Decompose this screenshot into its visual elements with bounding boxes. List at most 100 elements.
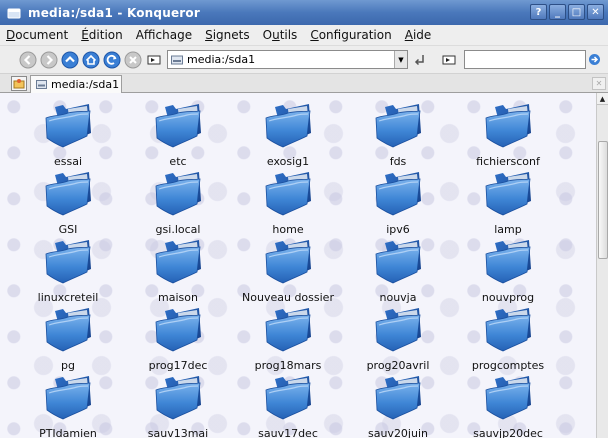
folder-item[interactable]: exosig1 [233, 103, 343, 171]
folder-item[interactable]: sauv20juin [343, 375, 453, 438]
folder-name: prog18mars [254, 359, 322, 372]
stop-button[interactable] [123, 50, 142, 69]
file-view[interactable]: essai etc exosig1 fds fichiersconf GSI g… [0, 93, 596, 438]
new-tab-button[interactable] [11, 76, 27, 91]
up-button[interactable] [60, 50, 79, 69]
folder-item[interactable]: maison [123, 239, 233, 307]
menu-configuration[interactable]: Configuration [310, 28, 391, 42]
close-button[interactable]: ✕ [587, 4, 604, 20]
forward-button[interactable] [39, 50, 58, 69]
folder-icon [485, 104, 531, 148]
menu-bar: Document Édition Affichage Signets Outil… [0, 25, 608, 46]
reload-button[interactable] [102, 50, 121, 69]
menu-aide-label: ide [412, 28, 432, 42]
folder-name: prog20avril [366, 359, 430, 372]
location-dropdown-button[interactable]: ▼ [394, 51, 407, 68]
folder-name: linuxcreteil [37, 291, 99, 304]
menu-aide[interactable]: Aide [405, 28, 432, 42]
menu-configuration-accel: C [310, 28, 319, 42]
folder-icon [485, 308, 531, 352]
clear-location-icon [414, 54, 424, 65]
maximize-button[interactable]: □ [568, 4, 585, 20]
search-go-icon [589, 54, 600, 65]
scrollbar-thumb[interactable] [598, 141, 608, 259]
home-button[interactable] [81, 50, 100, 69]
back-button[interactable] [18, 50, 37, 69]
search-input[interactable] [464, 50, 586, 69]
folder-icon [45, 240, 91, 284]
menu-outils[interactable]: Outils [263, 28, 298, 42]
scroll-up-button[interactable]: ▲ [597, 93, 608, 105]
folder-item[interactable]: prog20avril [343, 307, 453, 375]
folder-item[interactable]: prog17dec [123, 307, 233, 375]
new-tab-icon [13, 79, 25, 89]
tab-media-sda1[interactable]: media:/sda1 [30, 75, 122, 93]
close-tab-button[interactable]: ✕ [592, 77, 606, 90]
folder-item[interactable]: fichiersconf [453, 103, 563, 171]
folder-name: gsi.local [155, 223, 201, 236]
folder-icon [375, 172, 421, 216]
folder-item[interactable]: sauvjp20dec [453, 375, 563, 438]
folder-name: GSI [58, 223, 78, 236]
folder-item[interactable]: nouvprog [453, 239, 563, 307]
folder-item[interactable]: progcomptes [453, 307, 563, 375]
folder-icon [155, 308, 201, 352]
folder-item[interactable]: lamp [453, 171, 563, 239]
back-icon [19, 51, 36, 68]
folder-item[interactable]: Nouveau dossier [233, 239, 343, 307]
folder-item[interactable]: GSI [13, 171, 123, 239]
chevron-down-icon: ▼ [398, 55, 404, 64]
folder-icon [265, 308, 311, 352]
menu-outils-accel: u [272, 28, 280, 42]
folder-item[interactable]: home [233, 171, 343, 239]
folder-icon [375, 240, 421, 284]
menu-document[interactable]: Document [6, 28, 68, 42]
arrow-up-icon: ▲ [599, 94, 606, 103]
folder-icon [375, 376, 421, 420]
folder-name: fds [389, 155, 407, 168]
folder-item[interactable]: gsi.local [123, 171, 233, 239]
title-bar[interactable]: media:/sda1 - Konqueror ? _ □ ✕ [0, 0, 608, 25]
folder-icon [485, 376, 531, 420]
folder-item[interactable]: etc [123, 103, 233, 171]
menu-edition[interactable]: Édition [81, 28, 123, 42]
reload-icon [103, 51, 120, 68]
vertical-scrollbar[interactable]: ▲ [596, 93, 608, 438]
search-label-icon [442, 55, 456, 64]
clear-location-button[interactable] [412, 50, 428, 69]
stop-icon [124, 51, 141, 68]
search-go-button[interactable] [588, 50, 602, 69]
folder-icon [485, 240, 531, 284]
menu-signets[interactable]: Signets [205, 28, 250, 42]
folder-icon [155, 240, 201, 284]
folder-item[interactable]: nouvja [343, 239, 453, 307]
folder-name: nouvprog [481, 291, 535, 304]
folder-item[interactable]: fds [343, 103, 453, 171]
minimize-button[interactable]: _ [549, 4, 566, 20]
folder-icon [375, 104, 421, 148]
konqueror-app-icon[interactable] [6, 6, 22, 20]
window-title: media:/sda1 - Konqueror [28, 5, 200, 20]
tab-label: media:/sda1 [51, 78, 120, 91]
folder-name: exosig1 [266, 155, 310, 168]
folder-item[interactable]: ipv6 [343, 171, 453, 239]
folder-name: PTIdamien [39, 427, 97, 438]
folder-item[interactable]: sauv13mai [123, 375, 233, 438]
folder-item[interactable]: pg [13, 307, 123, 375]
folder-name: sauv17dec [258, 427, 318, 438]
folder-icon [375, 308, 421, 352]
folder-item[interactable]: prog18mars [233, 307, 343, 375]
menu-affichage[interactable]: Affichage [136, 28, 192, 42]
search-label [442, 54, 456, 66]
folder-item[interactable]: essai [13, 103, 123, 171]
close-tab-icon: ✕ [595, 79, 603, 88]
folder-item[interactable]: linuxcreteil [13, 239, 123, 307]
location-field[interactable]: media:/sda1 ▼ [167, 50, 408, 69]
tab-bar: media:/sda1 ✕ [0, 74, 608, 93]
folder-item[interactable]: sauv17dec [233, 375, 343, 438]
location-value[interactable]: media:/sda1 [187, 53, 255, 66]
folder-name: lamp [494, 223, 522, 236]
folder-name: fichiersconf [476, 155, 540, 168]
help-button[interactable]: ? [530, 4, 547, 20]
folder-item[interactable]: PTIdamien [13, 375, 123, 438]
